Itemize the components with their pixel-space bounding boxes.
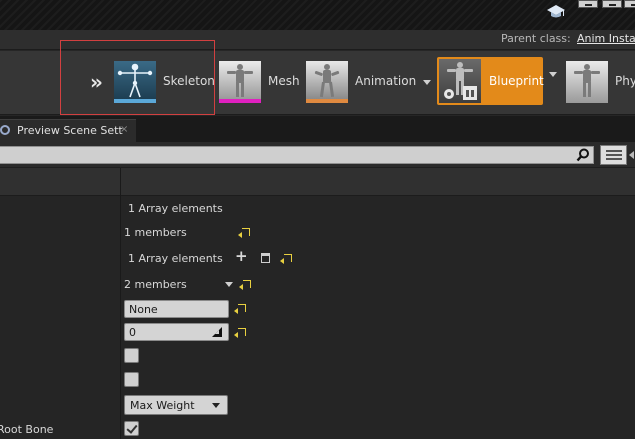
blueprint-dropdown-arrow-icon[interactable] (549, 72, 557, 77)
reset-to-default-icon[interactable] (234, 304, 246, 314)
physics-figure-icon (566, 61, 608, 103)
add-element-icon[interactable]: + (235, 247, 248, 265)
search-row (0, 142, 635, 168)
collapse-arrow-icon[interactable] (629, 151, 634, 159)
minimize-button[interactable] (578, 0, 598, 8)
delete-elements-icon[interactable] (261, 253, 270, 263)
mesh-figure-icon (219, 61, 261, 103)
reset-to-default-icon[interactable] (239, 280, 251, 290)
animation-mode-button[interactable]: Animation (305, 59, 435, 106)
expand-arrow-icon[interactable] (225, 282, 233, 287)
root-bone-checkbox[interactable] (124, 421, 139, 436)
details-panel: 1 Array elements 1 members 1 Array eleme… (0, 168, 635, 439)
tab-bar: Preview Scene Sett × (0, 116, 635, 142)
chevrons-icon: » (90, 70, 103, 94)
skeleton-mode-button[interactable]: Skeleton (112, 59, 215, 106)
reset-to-default-icon[interactable] (238, 228, 250, 238)
skeleton-mode-label: Skeleton (163, 74, 215, 88)
members-value: 1 members (124, 226, 187, 239)
search-input[interactable] (0, 146, 594, 164)
parent-class-link[interactable]: Anim Insta (577, 32, 635, 45)
skeleton-figure-icon (114, 61, 156, 103)
close-window-button[interactable] (624, 0, 635, 8)
search-icon[interactable] (576, 148, 590, 162)
tab-preview-scene-settings[interactable]: Preview Scene Sett × (0, 119, 136, 142)
checkbox[interactable] (124, 372, 139, 387)
combo-arrow-icon (212, 403, 220, 408)
blueprint-mode-label: Blueprint (489, 74, 544, 88)
view-options-button[interactable] (600, 145, 627, 165)
mesh-mode-label: Mesh (268, 74, 300, 88)
array-elements-value: 1 Array elements (128, 252, 223, 265)
title-bar (0, 0, 635, 30)
array-elements-value: 1 Array elements (128, 202, 223, 215)
parent-class-label: Parent class: (501, 32, 571, 45)
close-tab-icon[interactable]: × (120, 124, 128, 135)
animation-mode-label: Animation (355, 74, 417, 88)
physics-mode-button[interactable]: Phy (565, 59, 635, 106)
asset-mode-toolbar: » Skeleton Mesh Animation Blueprint Phy (0, 40, 635, 115)
reset-to-default-icon[interactable] (280, 254, 292, 264)
members-value: 2 members (124, 278, 187, 291)
maximize-button[interactable] (602, 0, 622, 8)
blueprint-mode-button[interactable]: Blueprint (437, 57, 544, 105)
animation-dropdown-arrow-icon[interactable] (423, 80, 431, 85)
column-divider[interactable] (120, 168, 121, 439)
tab-label: Preview Scene Sett (17, 124, 123, 137)
animation-figure-icon (306, 61, 348, 103)
name-field[interactable] (124, 300, 229, 318)
mesh-mode-button[interactable]: Mesh (218, 59, 300, 106)
reset-to-default-icon[interactable] (234, 328, 246, 338)
physics-mode-label: Phy (615, 74, 635, 88)
blueprint-figure-icon (439, 59, 481, 103)
details-category-header (0, 168, 635, 196)
bone-selection-combo[interactable]: Max Weight (124, 395, 228, 415)
drag-spin-icon[interactable] (212, 327, 222, 337)
preview-scene-icon (0, 125, 10, 135)
root-bone-label: Root Bone (0, 423, 54, 436)
checkbox[interactable] (124, 348, 139, 363)
combo-selected-label: Max Weight (130, 399, 195, 412)
graduation-cap-icon[interactable] (546, 3, 566, 21)
